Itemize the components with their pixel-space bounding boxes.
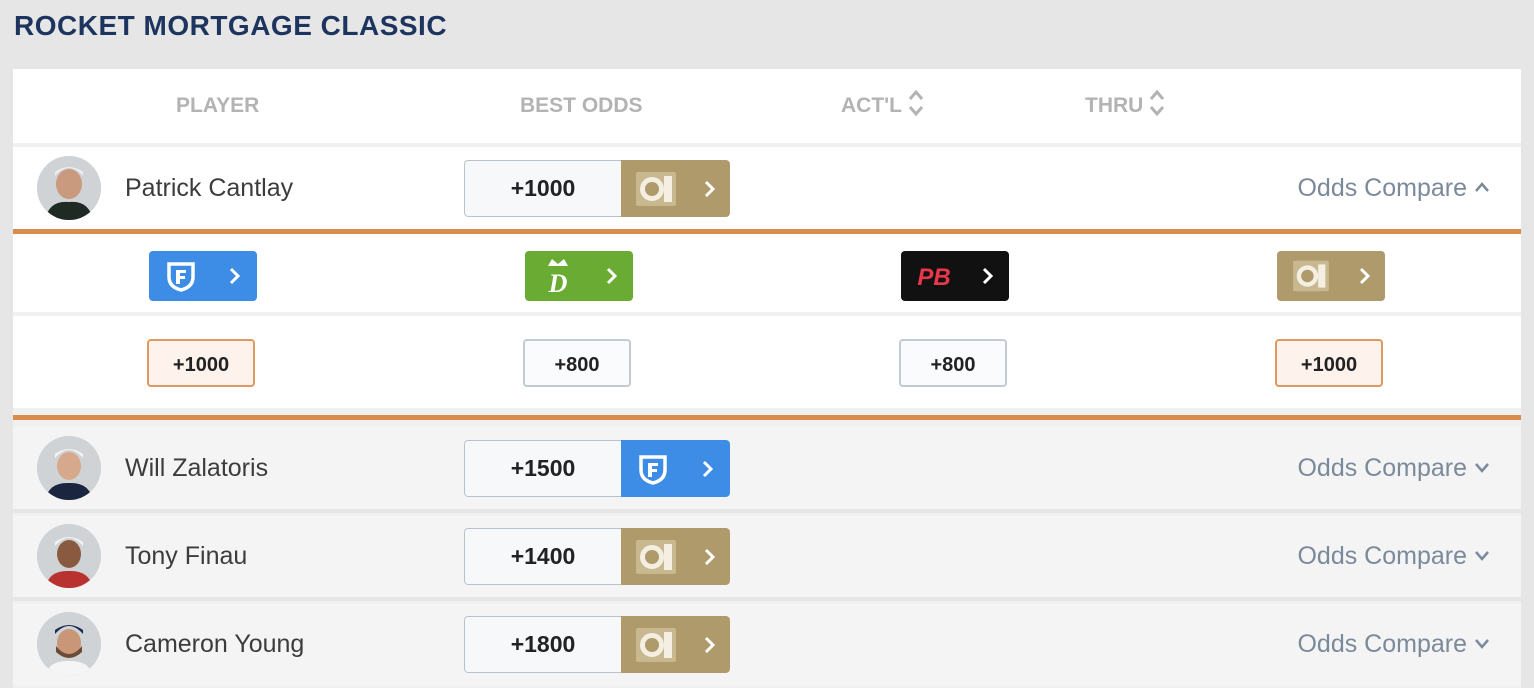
svg-text:PB: PB [917, 264, 950, 291]
chevron-right-icon [705, 180, 716, 197]
odds-compare-label: Odds Compare [1297, 542, 1467, 570]
best-odds-button[interactable]: +1400 [464, 528, 730, 585]
column-header-thru-label: THRU [1085, 94, 1144, 117]
row-divider [13, 509, 1521, 513]
odds-compare-label: Odds Compare [1297, 630, 1467, 658]
odds-compare-toggle[interactable]: Odds Compare [1297, 603, 1491, 685]
sportsbook-row: D PB [13, 234, 1521, 312]
player-row[interactable]: Will Zalatoris +1500 Odds Compare [13, 427, 1521, 509]
odds-table: PLAYER BEST ODDS ACT'L THRU Patrick Cant… [13, 69, 1521, 688]
draftkings-crown-icon: D [547, 259, 568, 296]
betmgm-book-link[interactable] [621, 160, 730, 217]
chevron-right-icon [982, 267, 993, 285]
chevron-down-icon [1475, 463, 1489, 474]
column-header-thru[interactable]: THRU [1085, 69, 1165, 143]
chevron-right-icon [702, 460, 713, 477]
best-odds-value: +1500 [464, 440, 621, 497]
row-divider [13, 597, 1521, 601]
column-header-actual-label: ACT'L [841, 94, 902, 117]
chevron-right-icon [606, 267, 617, 285]
best-odds-button[interactable]: +1800 [464, 616, 730, 673]
player-row[interactable]: Cameron Young +1800 Odds Compare [13, 603, 1521, 685]
best-odds-button[interactable]: +1000 [464, 160, 730, 217]
table-header: PLAYER BEST ODDS ACT'L THRU [13, 69, 1521, 143]
player-name[interactable]: Will Zalatoris [125, 427, 268, 509]
betmgm-book-button[interactable] [1277, 251, 1385, 301]
draftkings-odds-button[interactable]: +800 [523, 339, 631, 387]
chevron-right-icon [1359, 267, 1370, 285]
fanduel-book-link[interactable] [621, 440, 730, 497]
sort-icon [1150, 90, 1165, 117]
fanduel-shield-icon [639, 454, 667, 485]
odds-compare-toggle[interactable]: Odds Compare [1297, 515, 1491, 597]
odds-compare-label: Odds Compare [1297, 454, 1467, 482]
player-row[interactable]: Tony Finau +1400 Odds Compare [13, 515, 1521, 597]
betmgm-book-link[interactable] [621, 616, 730, 673]
odds-compare-toggle[interactable]: Odds Compare [1297, 427, 1491, 509]
betmgm-odds-button[interactable]: +1000 [1275, 339, 1383, 387]
best-odds-value: +1800 [464, 616, 621, 673]
betmgm-book-link[interactable] [621, 528, 730, 585]
avatar [37, 612, 101, 676]
betmgm-lion-icon [635, 539, 676, 574]
column-header-actual[interactable]: ACT'L [841, 69, 924, 143]
player-row[interactable]: Patrick Cantlay +1000 Odds Compare [13, 147, 1521, 229]
odds-compare-label: Odds Compare [1297, 174, 1467, 202]
expanded-bottom-divider [13, 415, 1521, 420]
draftkings-book-button[interactable]: D [525, 251, 633, 301]
odds-compare-panel: D PB +1000 +800 +800 +1000 [13, 234, 1521, 412]
betmgm-lion-icon [635, 627, 676, 662]
avatar [37, 524, 101, 588]
pointsbet-logo-icon: PB [917, 264, 950, 291]
best-odds-value: +1000 [464, 160, 621, 217]
pointsbet-odds-button[interactable]: +800 [899, 339, 1007, 387]
svg-text:D: D [547, 269, 567, 296]
chevron-right-icon [705, 548, 716, 565]
player-name[interactable]: Tony Finau [125, 515, 247, 597]
chevron-down-icon [1475, 551, 1489, 562]
avatar [37, 436, 101, 500]
event-title: ROCKET MORTGAGE CLASSIC [14, 10, 448, 41]
pointsbet-book-button[interactable]: PB [901, 251, 1009, 301]
chevron-up-icon [1475, 182, 1489, 193]
chevron-down-icon [1475, 639, 1489, 650]
chevron-right-icon [229, 267, 241, 285]
player-name[interactable]: Cameron Young [125, 603, 304, 685]
chevron-right-icon [705, 636, 716, 653]
fanduel-shield-icon [167, 262, 195, 292]
column-header-best-odds: BEST ODDS [520, 94, 643, 117]
best-odds-button[interactable]: +1500 [464, 440, 730, 497]
sportsbook-odds-row: +1000 +800 +800 +1000 [13, 316, 1521, 408]
sort-icon [908, 90, 924, 117]
best-odds-value: +1400 [464, 528, 621, 585]
avatar [37, 156, 101, 220]
odds-compare-toggle[interactable]: Odds Compare [1297, 147, 1491, 229]
column-header-player: PLAYER [176, 94, 260, 117]
fanduel-odds-button[interactable]: +1000 [147, 339, 255, 387]
betmgm-lion-icon [1292, 260, 1329, 292]
betmgm-lion-icon [635, 171, 676, 206]
fanduel-book-button[interactable] [149, 251, 257, 301]
player-name[interactable]: Patrick Cantlay [125, 147, 293, 229]
